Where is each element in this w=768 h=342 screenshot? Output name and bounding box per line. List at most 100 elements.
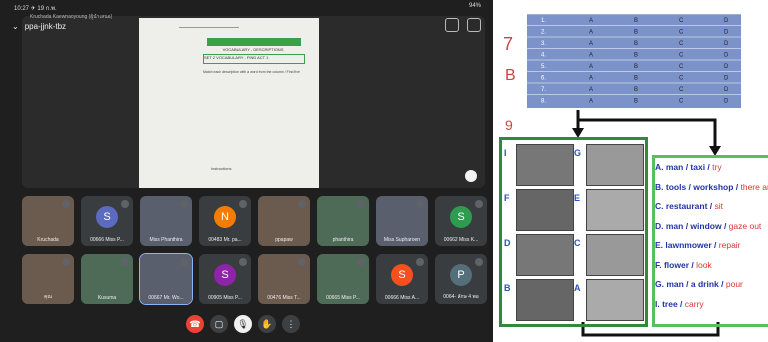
- mic-muted-icon: [62, 258, 70, 266]
- phrase-handwritten: try: [712, 162, 722, 172]
- answer-choice: C: [679, 76, 684, 82]
- question-number: 7.: [541, 87, 546, 93]
- participant-name: Miss Supharoen: [383, 237, 421, 243]
- mic-muted-icon: [121, 200, 129, 208]
- picture-label: F: [504, 193, 510, 203]
- answer-choice: A: [589, 99, 593, 105]
- participant-tile[interactable]: S 00905 Miss P...: [199, 254, 251, 304]
- worksheet-picture: [586, 144, 644, 186]
- phrase-handwritten: repair: [718, 240, 741, 250]
- avatar: S: [214, 264, 236, 286]
- participant-tile[interactable]: phanthira: [317, 196, 369, 246]
- phrase-handwritten: carry: [684, 298, 704, 309]
- question-number: 2.: [541, 30, 546, 36]
- phrase-item: F. flower / look: [655, 260, 712, 270]
- picture-label: D: [504, 238, 511, 248]
- switch-camera-icon[interactable]: [445, 18, 459, 32]
- picture-label: B: [504, 283, 511, 293]
- slide-set-box: SET 2 VOCABULARY - FIND ACT 1: [203, 54, 305, 64]
- video-call-window: 10:27 ✈ 19 ก.พ. 94% VOCABULARY - DESCRIP…: [0, 0, 493, 342]
- phrase-text: F. flower /: [655, 259, 697, 270]
- answer-choice: C: [679, 30, 684, 36]
- participant-name: phanthira: [332, 237, 354, 243]
- participant-name: 00667 Mr. Wo...: [148, 295, 184, 301]
- avatar: S: [450, 206, 472, 228]
- question-number: 1.: [541, 18, 546, 24]
- camera-toggle-button[interactable]: ▢: [210, 315, 228, 333]
- fullscreen-icon[interactable]: [465, 170, 477, 182]
- answer-choice: B: [634, 64, 638, 70]
- top-actions: [445, 18, 481, 32]
- participant-tile[interactable]: S 00666 Miss A...: [376, 254, 428, 304]
- participant-tile[interactable]: Kruchada: [22, 196, 74, 246]
- phrase-handwritten: look: [696, 259, 712, 270]
- participant-tile[interactable]: Miss Phanthira: [140, 196, 192, 246]
- slide-instruction: Match each description with a word from …: [203, 70, 300, 74]
- mic-muted-icon: [416, 258, 424, 266]
- participant-name: Miss Phanthira: [149, 237, 183, 243]
- pictures-box: I G F E D C B A: [499, 137, 648, 327]
- phrase-item: G. man / a drink / pour: [655, 279, 743, 289]
- worksheet-picture: [586, 279, 644, 321]
- answer-choice: A: [589, 64, 593, 70]
- phrase-handwritten: sit: [714, 201, 724, 211]
- mic-muted-icon: [475, 258, 483, 266]
- participant-tile[interactable]: ppapaw: [258, 196, 310, 246]
- participant-tile[interactable]: คุณ: [22, 254, 74, 304]
- participant-name: 00666 Miss P...: [90, 237, 124, 243]
- raise-hand-button[interactable]: ✋: [258, 315, 276, 333]
- handwritten-mark: 7: [503, 34, 513, 54]
- participant-tile[interactable]: 00665 Miss P...: [317, 254, 369, 304]
- answer-choice: A: [589, 53, 593, 59]
- speaker-icon[interactable]: [467, 18, 481, 32]
- worksheet-picture: [516, 234, 574, 276]
- answer-choice: D: [724, 76, 729, 82]
- mic-muted-icon: [475, 200, 483, 208]
- participant-name: Kusuma: [97, 295, 117, 301]
- participant-tile[interactable]: Kusuma: [81, 254, 133, 304]
- answer-choice: C: [679, 64, 684, 70]
- phrase-item: D. man / window / gaze out: [655, 221, 761, 231]
- answer-choice: D: [724, 53, 729, 59]
- mic-muted-icon: [416, 200, 424, 208]
- participant-name: 0064- ลักษ 4 พอ: [443, 294, 479, 300]
- answer-choice: D: [724, 30, 729, 36]
- avatar: P: [450, 264, 472, 286]
- mic-muted-icon: [121, 258, 129, 266]
- more-options-button[interactable]: ⋮: [282, 315, 300, 333]
- meeting-header[interactable]: ⌄ ppa-jjnk-tbz Kruchada Kaewnaoyoung (ผู…: [12, 14, 112, 34]
- handwritten-mark: B: [505, 67, 516, 84]
- phrase-handwritten: there are: [740, 181, 768, 192]
- participant-name: ppapaw: [275, 237, 293, 243]
- phrase-text: G. man / a drink /: [655, 279, 726, 289]
- answer-choice: C: [679, 87, 684, 93]
- participant-tile[interactable]: N 00483 Mr. pa...: [199, 196, 251, 246]
- worksheet-picture: [516, 279, 574, 321]
- participant-tile[interactable]: P 0064- ลักษ 4 พอ: [435, 254, 487, 304]
- participant-tile[interactable]: Miss Supharoen: [376, 196, 428, 246]
- answer-choice: B: [634, 87, 638, 93]
- slide-title: VOCABULARY - DESCRIPTIONS: [222, 47, 284, 52]
- participant-tile[interactable]: 00476 Miss T...: [258, 254, 310, 304]
- slide-note: Instructions: [211, 166, 232, 171]
- participant-tile[interactable]: S 00666 Miss P...: [81, 196, 133, 246]
- worksheet-picture: [516, 144, 574, 186]
- worksheet-picture: [586, 189, 644, 231]
- mic-muted-icon: [298, 200, 306, 208]
- phrase-item: I. tree / carry: [655, 299, 704, 309]
- participant-name: 00666 Miss A...: [384, 295, 420, 301]
- phrase-item: B. tools / workshop / there are: [655, 182, 768, 192]
- answer-choice: B: [634, 18, 638, 24]
- end-call-button[interactable]: ☎: [186, 315, 204, 333]
- mic-toggle-button[interactable]: 🎙: [234, 315, 252, 333]
- meeting-code: ppa-jjnk-tbz: [24, 21, 67, 31]
- participant-name: 00483 Mr. pa...: [208, 237, 242, 243]
- answer-choice: C: [679, 18, 684, 24]
- picture-label: A: [574, 283, 581, 293]
- chevron-down-icon[interactable]: ⌄: [12, 22, 19, 31]
- participant-tile[interactable]: S 00662 Miss K...: [435, 196, 487, 246]
- avatar: N: [214, 206, 236, 228]
- annotation-toolbar[interactable]: [179, 21, 239, 28]
- answer-choice: B: [634, 30, 638, 36]
- participant-tile[interactable]: 00667 Mr. Wo...: [139, 253, 193, 305]
